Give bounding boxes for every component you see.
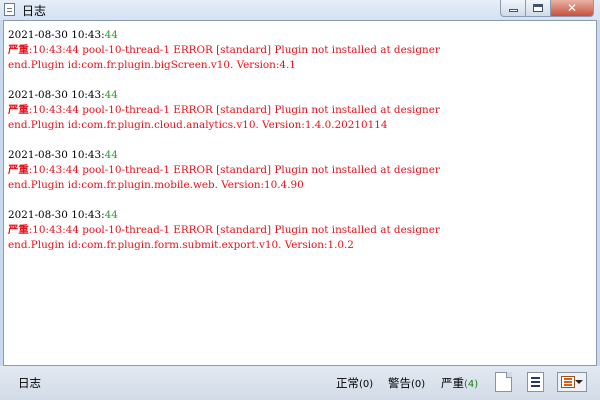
log-document-icon [4,3,15,16]
log-timestamp: 2021-08-30 10:43:44 [8,29,118,41]
view-document-button[interactable] [527,372,544,392]
minimize-button[interactable] [500,0,526,17]
filter-list-icon [561,376,575,388]
normal-count: (0) [359,379,374,390]
title-bar: 日志 ✕ [0,0,600,20]
severity-label: 严重 [8,164,29,176]
log-message: 严重:10:43:44 pool-10-thread-1 ERROR [stan… [8,224,440,236]
log-message-continued: end.Plugin id:com.fr.plugin.mobile.web. … [8,179,304,191]
status-label: 日志 [18,376,41,390]
normal-label: 正常 [336,376,359,390]
severity-label: 严重 [8,104,29,116]
log-message: 严重:10:43:44 pool-10-thread-1 ERROR [stan… [8,164,440,176]
log-timestamp: 2021-08-30 10:43:44 [8,209,118,221]
log-message-continued: end.Plugin id:com.fr.plugin.bigScreen.v1… [8,59,296,71]
warning-filter[interactable]: 警告(0) [388,375,425,391]
log-message-continued: end.Plugin id:com.fr.plugin.cloud.analyt… [8,119,388,131]
severity-label: 严重 [8,44,29,56]
log-entry: 2021-08-30 10:43:44 严重:10:43:44 pool-10-… [8,208,596,253]
warning-count: (0) [411,379,426,390]
log-timestamp: 2021-08-30 10:43:44 [8,149,118,161]
close-button[interactable]: ✕ [551,0,594,17]
window-controls: ✕ [500,0,594,18]
severe-filter[interactable]: 严重(4) [441,375,478,391]
chevron-down-icon [575,380,583,384]
severe-count: (4) [464,379,479,390]
log-entry: 2021-08-30 10:43:44 严重:10:43:44 pool-10-… [8,88,596,133]
clear-log-button[interactable] [495,372,512,392]
severity-label: 严重 [8,224,29,236]
close-icon: ✕ [566,1,578,15]
status-bar: 日志 正常(0) 警告(0) 严重(4) [0,366,600,400]
log-text-area[interactable]: 2021-08-30 10:43:44 严重:10:43:44 pool-10-… [3,20,597,366]
log-timestamp: 2021-08-30 10:43:44 [8,89,118,101]
minimize-icon [508,9,518,12]
normal-filter[interactable]: 正常(0) [336,375,373,391]
log-message: 严重:10:43:44 pool-10-thread-1 ERROR [stan… [8,104,440,116]
filter-list-dropdown[interactable] [557,372,587,392]
log-entry: 2021-08-30 10:43:44 严重:10:43:44 pool-10-… [8,148,596,193]
log-message-continued: end.Plugin id:com.fr.plugin.form.submit.… [8,239,354,251]
maximize-button[interactable] [526,0,551,17]
log-entry: 2021-08-30 10:43:44 严重:10:43:44 pool-10-… [8,28,596,73]
severe-label: 严重 [441,376,464,390]
window-title: 日志 [22,4,47,18]
log-message: 严重:10:43:44 pool-10-thread-1 ERROR [stan… [8,44,440,56]
maximize-icon [533,4,543,12]
log-window: 日志 ✕ 2021-08-30 10:43:44 严重:10:43:44 poo… [0,0,600,400]
warning-label: 警告 [388,376,411,390]
